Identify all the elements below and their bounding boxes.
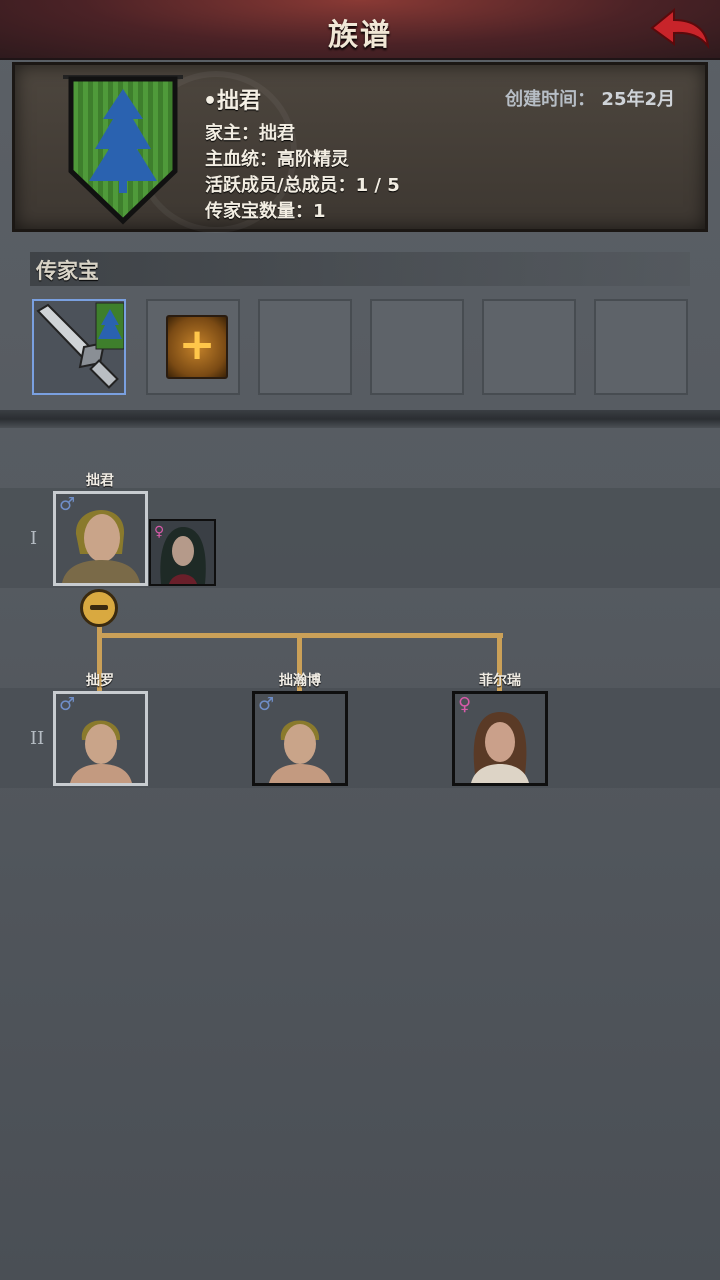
heirloom-title: 传家宝 [36, 259, 99, 283]
male-icon: ♂ [59, 494, 76, 515]
male-icon: ♂ [59, 694, 76, 715]
top-bar: 族谱 [0, 0, 720, 60]
back-button[interactable] [648, 4, 712, 54]
member-portrait[interactable]: ♂ [53, 691, 148, 786]
heirloom-slot-empty[interactable] [594, 299, 688, 395]
member-name: 拙君 [86, 473, 114, 489]
created-time: 创建时间： 25年2月 [505, 85, 675, 111]
clan-banner-icon [63, 75, 183, 225]
member-portrait[interactable]: ♂ [53, 491, 148, 586]
generation-label: II [30, 728, 45, 749]
created-label: 创建时间： [505, 89, 596, 110]
section-divider [0, 410, 720, 428]
member-name: 拙罗 [86, 673, 114, 689]
sword-icon [36, 302, 124, 389]
heirloom-slot-empty[interactable] [370, 299, 464, 395]
member-name: 菲尔瑞 [479, 673, 521, 689]
bloodline-text: 主血统：高阶精灵 [205, 149, 349, 170]
male-icon: ♂ [258, 694, 275, 715]
member-name: 拙瀚博 [279, 673, 321, 689]
plus-icon: + [178, 319, 216, 370]
members-count-text: 活跃成员/总成员：1 / 5 [205, 175, 400, 196]
heirloom-slot-sword[interactable] [32, 299, 126, 395]
back-arrow-icon [650, 7, 710, 50]
spouse-portrait[interactable]: ♀ [149, 519, 216, 586]
page-title: 族谱 [328, 18, 392, 53]
generation-label: I [30, 528, 38, 549]
member-portrait[interactable]: ♂ [252, 691, 348, 786]
heirloom-header: 传家宝 [30, 252, 690, 286]
clan-name: •拙君 [203, 89, 262, 114]
heirloom-slot-empty[interactable] [482, 299, 576, 395]
female-icon: ♀ [458, 694, 472, 715]
clan-head-text: 家主：拙君 [205, 123, 295, 144]
add-heirloom-button[interactable]: + [166, 315, 228, 379]
created-value: 25年2月 [601, 89, 675, 110]
heirloom-count-text: 传家宝数量：1 [205, 201, 326, 222]
member-portrait[interactable]: ♀ [452, 691, 548, 786]
collapse-branch-button[interactable] [80, 589, 118, 627]
female-icon: ♀ [154, 524, 165, 540]
heirloom-slot-empty[interactable] [258, 299, 352, 395]
heirloom-slot-add[interactable]: + [146, 299, 240, 395]
clan-info-card: •拙君 创建时间： 25年2月 家主：拙君 主血统：高阶精灵 活跃成员/总成员：… [12, 62, 708, 233]
